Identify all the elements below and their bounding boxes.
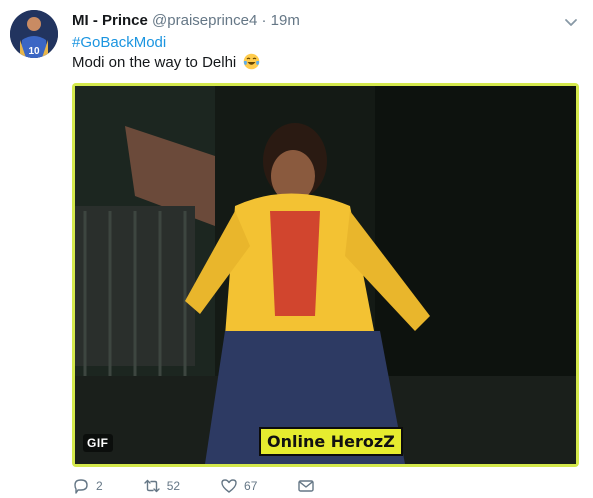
reply-icon: [74, 479, 88, 494]
hashtag-link[interactable]: #GoBackModi: [72, 33, 166, 53]
retweet-button[interactable]: 52: [143, 477, 180, 495]
direct-message-button[interactable]: [297, 477, 321, 495]
reply-button[interactable]: 2: [72, 477, 103, 495]
avatar-number: 10: [28, 46, 40, 57]
retweet-icon: [143, 479, 160, 493]
gif-badge: GIF: [83, 434, 113, 452]
gif-frame[interactable]: GIF Online HerozZ: [75, 86, 576, 464]
tweet: 10 MI - Prince @praiseprince4 · 19m #GoB…: [0, 0, 593, 498]
separator: ·: [261, 12, 267, 29]
like-count: 67: [244, 479, 258, 493]
envelope-icon: [298, 480, 315, 492]
tweet-text: Modi on the way to Delhi: [72, 53, 260, 73]
watermark: Online HerozZ: [259, 427, 403, 456]
tweet-actions: 2 52 67: [72, 476, 361, 496]
heart-icon: [221, 479, 237, 493]
retweet-count: 52: [166, 479, 181, 493]
handle[interactable]: @praiseprince4: [152, 12, 257, 29]
tears-of-joy-emoji-icon: [243, 53, 260, 70]
avatar[interactable]: 10: [10, 10, 58, 58]
tweet-header: MI - Prince @praiseprince4 · 19m: [72, 10, 300, 32]
display-name[interactable]: MI - Prince: [72, 12, 148, 29]
chevron-down-icon[interactable]: [563, 14, 579, 30]
timestamp[interactable]: 19m: [271, 12, 300, 29]
reply-count: 2: [96, 479, 103, 493]
tweet-text-content: Modi on the way to Delhi: [72, 54, 237, 71]
gif-scene: [75, 86, 576, 464]
media-gif[interactable]: GIF Online HerozZ: [72, 83, 579, 467]
like-button[interactable]: 67: [220, 477, 257, 495]
